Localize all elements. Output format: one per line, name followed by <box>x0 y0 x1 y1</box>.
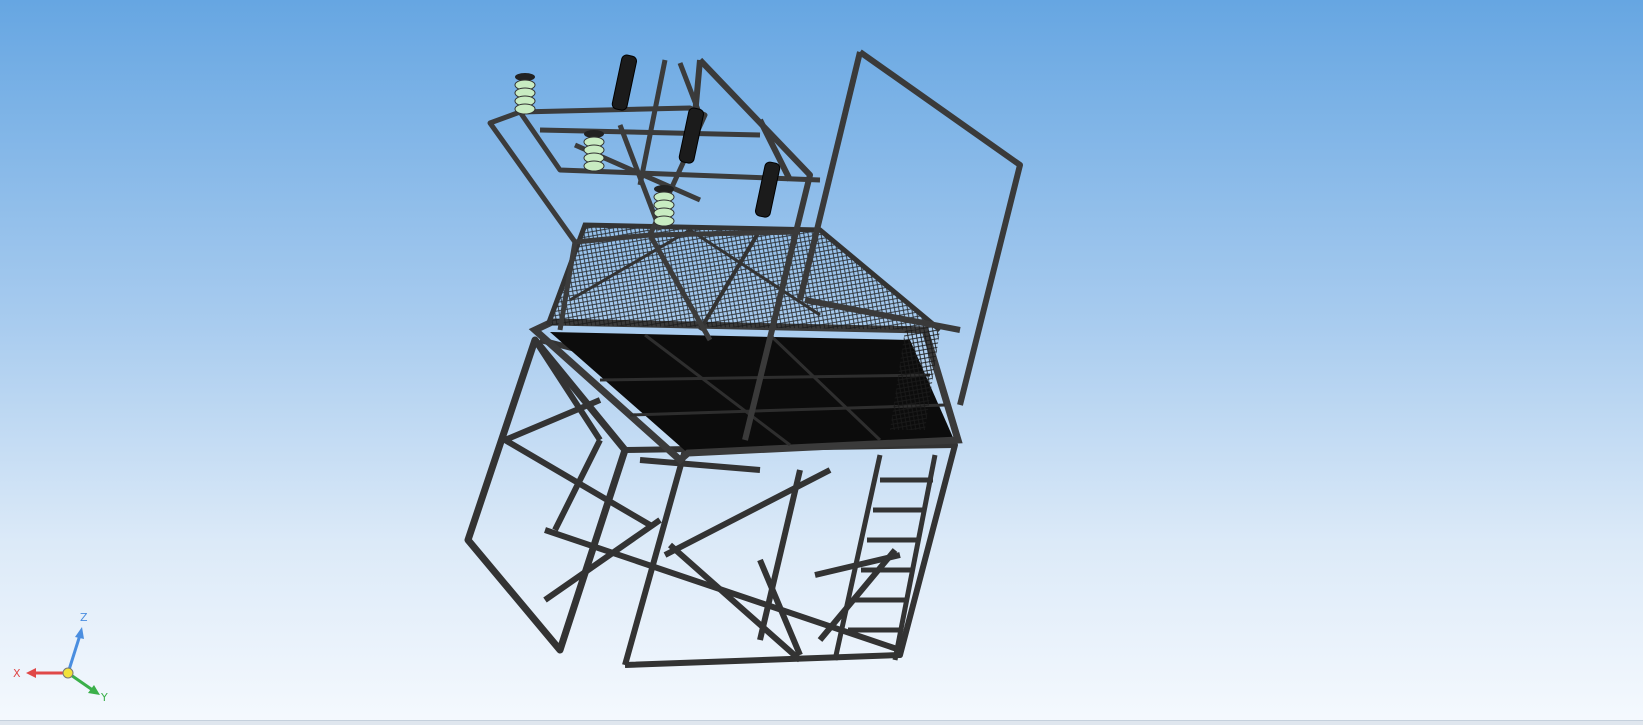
3d-model-view[interactable] <box>0 0 1643 725</box>
x-axis-arrow <box>26 668 68 678</box>
bottom-edge-strip <box>0 720 1643 725</box>
triad-origin <box>62 667 74 679</box>
z-axis-label: Z <box>80 611 88 624</box>
axis-triad: X Z Y <box>13 611 108 704</box>
y-axis-arrow <box>67 671 100 695</box>
z-axis-arrow <box>66 627 84 674</box>
x-axis-label: X <box>13 667 21 680</box>
graphics-viewport[interactable]: X Z Y <box>0 0 1643 725</box>
y-axis-label: Y <box>100 691 108 704</box>
